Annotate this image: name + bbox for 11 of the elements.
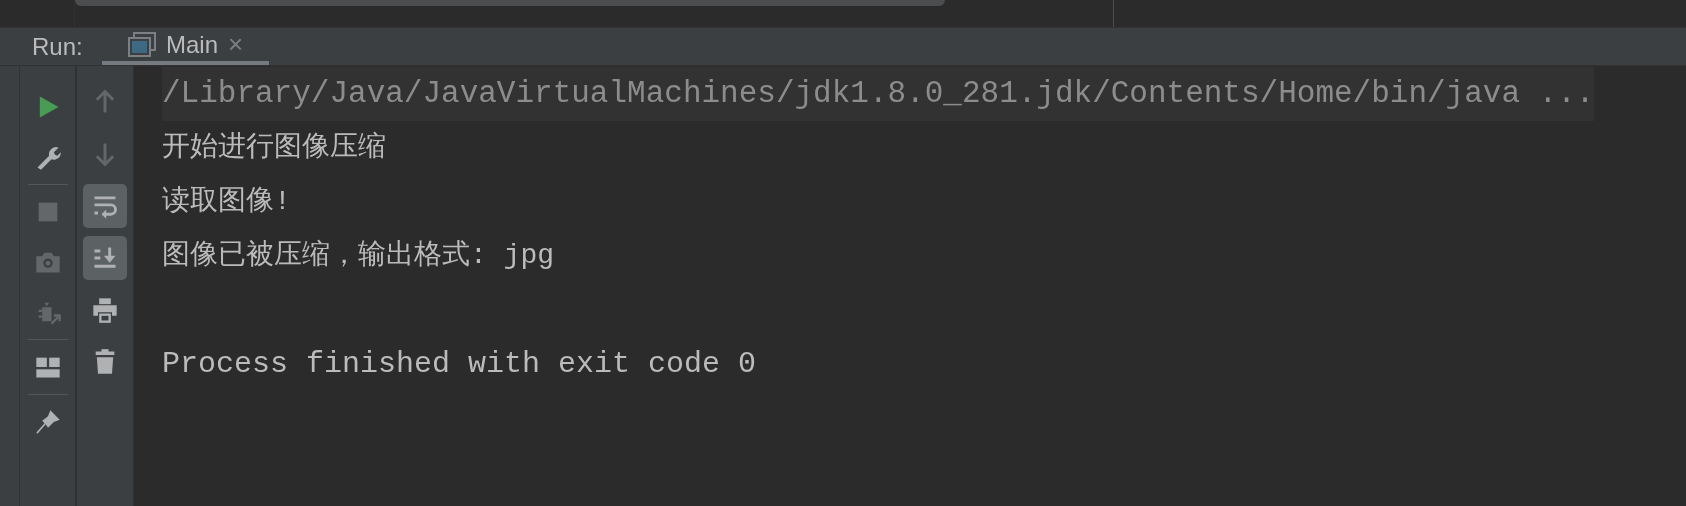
exit-message: Process finished with exit code 0 [162,346,758,383]
tab-label: Main [166,29,219,60]
output-line: 图像已被压缩，输出格式: jpg [162,238,555,273]
pin-icon[interactable] [33,408,62,436]
panel-label: Run: [31,31,84,62]
toolbar-button[interactable] [83,184,127,228]
output-line: 读取图像! [162,185,292,219]
printer-icon[interactable] [91,296,119,324]
output-line: 开始进行图像压缩 [162,130,387,165]
window-icon [128,31,156,58]
toolbar-button[interactable] [83,236,127,280]
